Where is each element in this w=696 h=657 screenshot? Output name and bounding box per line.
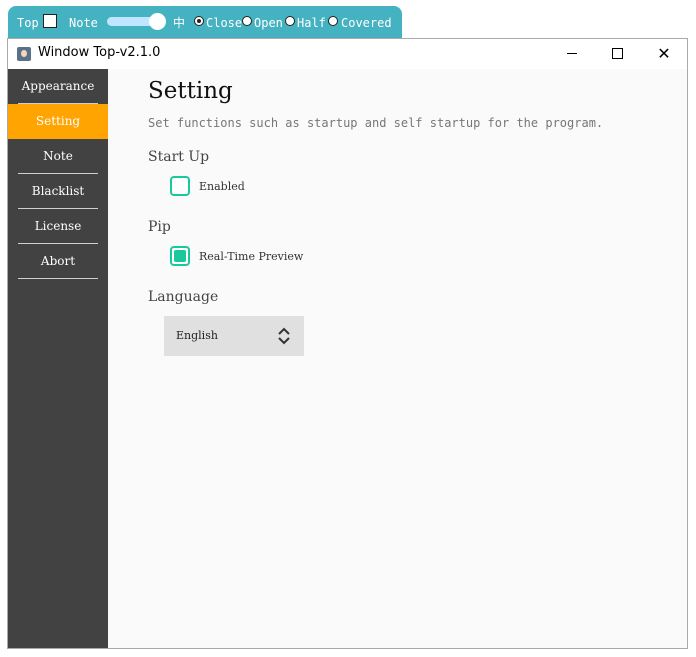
sidebar: Appearance Setting Note Blacklist Licens… bbox=[8, 69, 108, 648]
radio-covered-label: Covered bbox=[341, 16, 392, 30]
sidebar-item-appearance[interactable]: Appearance bbox=[18, 69, 98, 104]
startup-enabled-label: Enabled bbox=[199, 180, 245, 193]
pip-preview-label: Real-Time Preview bbox=[199, 250, 304, 263]
sidebar-item-abort[interactable]: Abort bbox=[18, 244, 98, 279]
close-icon: ✕ bbox=[657, 44, 671, 63]
radio-close-label: Close bbox=[206, 16, 243, 30]
language-select[interactable]: English bbox=[164, 316, 304, 356]
radio-open-label: Open bbox=[254, 16, 283, 30]
language-heading: Language bbox=[148, 289, 219, 305]
pip-heading: Pip bbox=[148, 219, 171, 235]
sidebar-item-blacklist[interactable]: Blacklist bbox=[18, 174, 98, 209]
floating-toolbar: Top Note 中 Close Open Half Covered bbox=[8, 6, 402, 39]
radio-half-label: Half bbox=[297, 16, 326, 30]
radio-open[interactable] bbox=[242, 16, 252, 26]
close-button[interactable]: ✕ bbox=[641, 39, 687, 69]
language-select-value: English bbox=[176, 329, 218, 342]
sidebar-item-note[interactable]: Note bbox=[18, 139, 98, 174]
page-title: Setting bbox=[148, 78, 233, 104]
sidebar-item-setting[interactable]: Setting bbox=[8, 104, 108, 139]
startup-enabled-checkbox[interactable] bbox=[170, 176, 190, 196]
minimize-button[interactable] bbox=[549, 39, 595, 69]
language-toggle[interactable]: 中 bbox=[173, 16, 185, 30]
app-window: Window Top-v2.1.0 ✕ Appearance Setting N… bbox=[7, 38, 688, 649]
top-label: Top bbox=[17, 16, 39, 30]
opacity-slider-handle[interactable] bbox=[149, 13, 166, 30]
minimize-icon bbox=[567, 53, 577, 54]
window-title: Window Top-v2.1.0 bbox=[38, 45, 161, 60]
sidebar-item-license[interactable]: License bbox=[18, 209, 98, 244]
startup-heading: Start Up bbox=[148, 149, 210, 165]
radio-close[interactable] bbox=[194, 16, 204, 26]
note-label: Note bbox=[69, 16, 98, 30]
page-description: Set functions such as startup and self s… bbox=[148, 116, 604, 130]
title-bar[interactable]: Window Top-v2.1.0 ✕ bbox=[8, 39, 687, 69]
radio-half[interactable] bbox=[285, 16, 295, 26]
top-checkbox[interactable] bbox=[43, 14, 57, 28]
maximize-icon bbox=[612, 48, 623, 59]
settings-panel: Setting Set functions such as startup an… bbox=[108, 69, 687, 648]
radio-covered[interactable] bbox=[328, 16, 338, 26]
chevron-updown-icon bbox=[278, 327, 290, 345]
maximize-button[interactable] bbox=[595, 39, 641, 69]
pip-preview-checkbox[interactable] bbox=[170, 246, 190, 266]
app-icon bbox=[17, 47, 31, 61]
